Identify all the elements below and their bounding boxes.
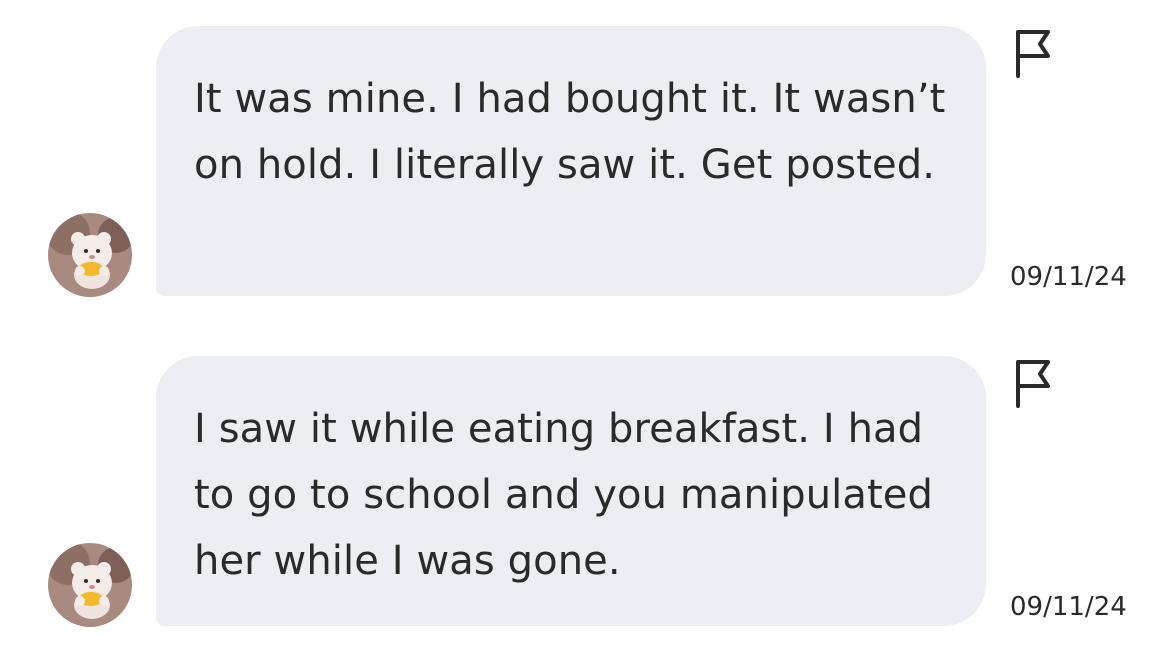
bear-sticker-icon [48, 213, 132, 297]
message-date: 09/11/24 [1010, 592, 1127, 622]
avatar[interactable] [48, 213, 132, 297]
message-bubble[interactable]: I saw it while eating breakfast. I had t… [156, 356, 986, 626]
bear-sticker-icon [48, 543, 132, 627]
flag-icon [1016, 30, 1050, 78]
flag-icon [1016, 360, 1050, 408]
message-bubble[interactable]: It was mine. I had bought it. It wasn’t … [156, 26, 986, 296]
report-flag-button[interactable] [1010, 356, 1058, 416]
avatar[interactable] [48, 543, 132, 627]
message-text: I saw it while eating breakfast. I had t… [194, 406, 933, 584]
report-flag-button[interactable] [1010, 26, 1058, 86]
message-date: 09/11/24 [1010, 262, 1127, 292]
message-thread: It was mine. I had bought it. It wasn’t … [0, 0, 1170, 669]
message-text: It was mine. I had bought it. It wasn’t … [194, 76, 946, 188]
